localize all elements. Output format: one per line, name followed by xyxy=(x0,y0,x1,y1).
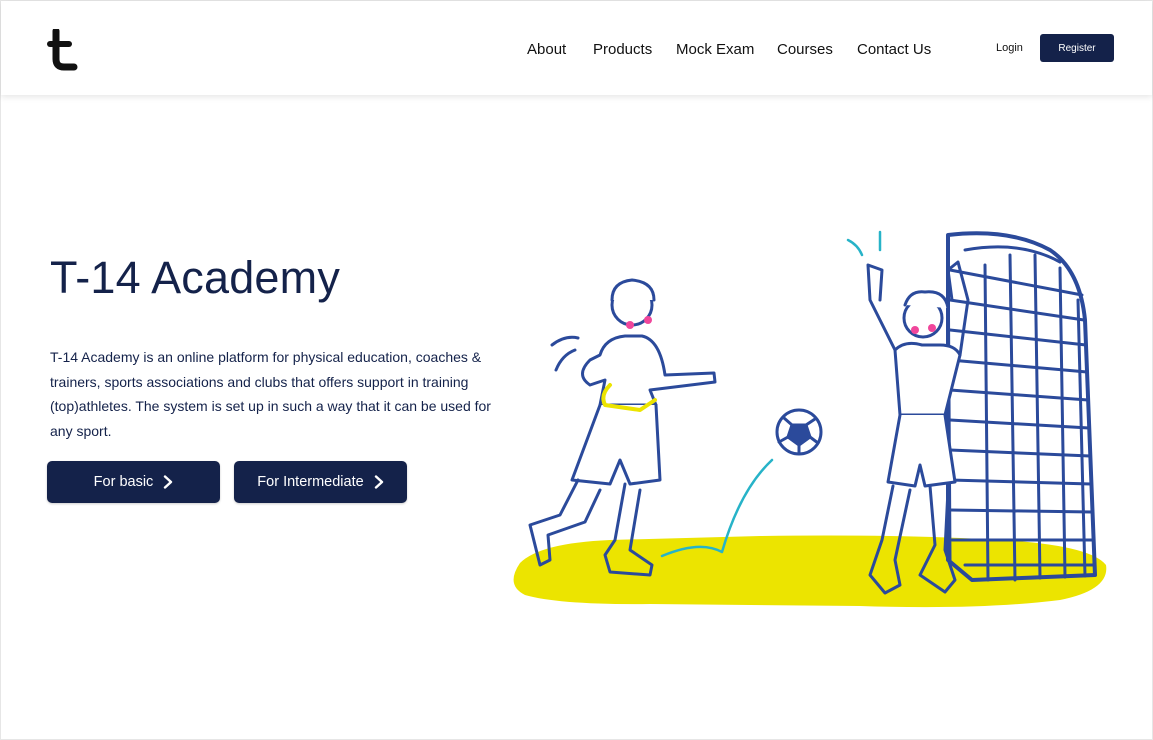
nav-link-courses[interactable]: Courses xyxy=(777,41,833,58)
kicker-player xyxy=(528,278,717,577)
navbar: About Products Mock Exam Courses Contact… xyxy=(1,1,1152,95)
ground-patch xyxy=(513,535,1107,608)
nav-link-contact-us[interactable]: Contact Us xyxy=(857,41,931,58)
register-button[interactable]: Register xyxy=(1040,34,1114,62)
nav-link-mock-exam[interactable]: Mock Exam xyxy=(676,41,754,58)
soccer-players-illustration xyxy=(513,230,1107,608)
soccer-ball xyxy=(775,408,823,456)
nav-link-products[interactable]: Products xyxy=(593,41,652,58)
chevron-right-icon xyxy=(374,475,383,489)
for-basic-button[interactable]: For basic xyxy=(47,461,220,503)
login-link[interactable]: Login xyxy=(996,42,1023,54)
hero-description: T-14 Academy is an online platform for p… xyxy=(50,349,491,439)
for-intermediate-button[interactable]: For Intermediate xyxy=(234,461,407,503)
for-intermediate-label: For Intermediate xyxy=(257,474,364,490)
goal-net xyxy=(946,231,1097,582)
t-logo-icon[interactable] xyxy=(47,29,79,71)
chevron-right-icon xyxy=(164,475,173,489)
for-basic-label: For basic xyxy=(93,474,154,490)
hero-title: T-14 Academy xyxy=(50,252,341,303)
nav-link-about[interactable]: About xyxy=(527,41,566,58)
